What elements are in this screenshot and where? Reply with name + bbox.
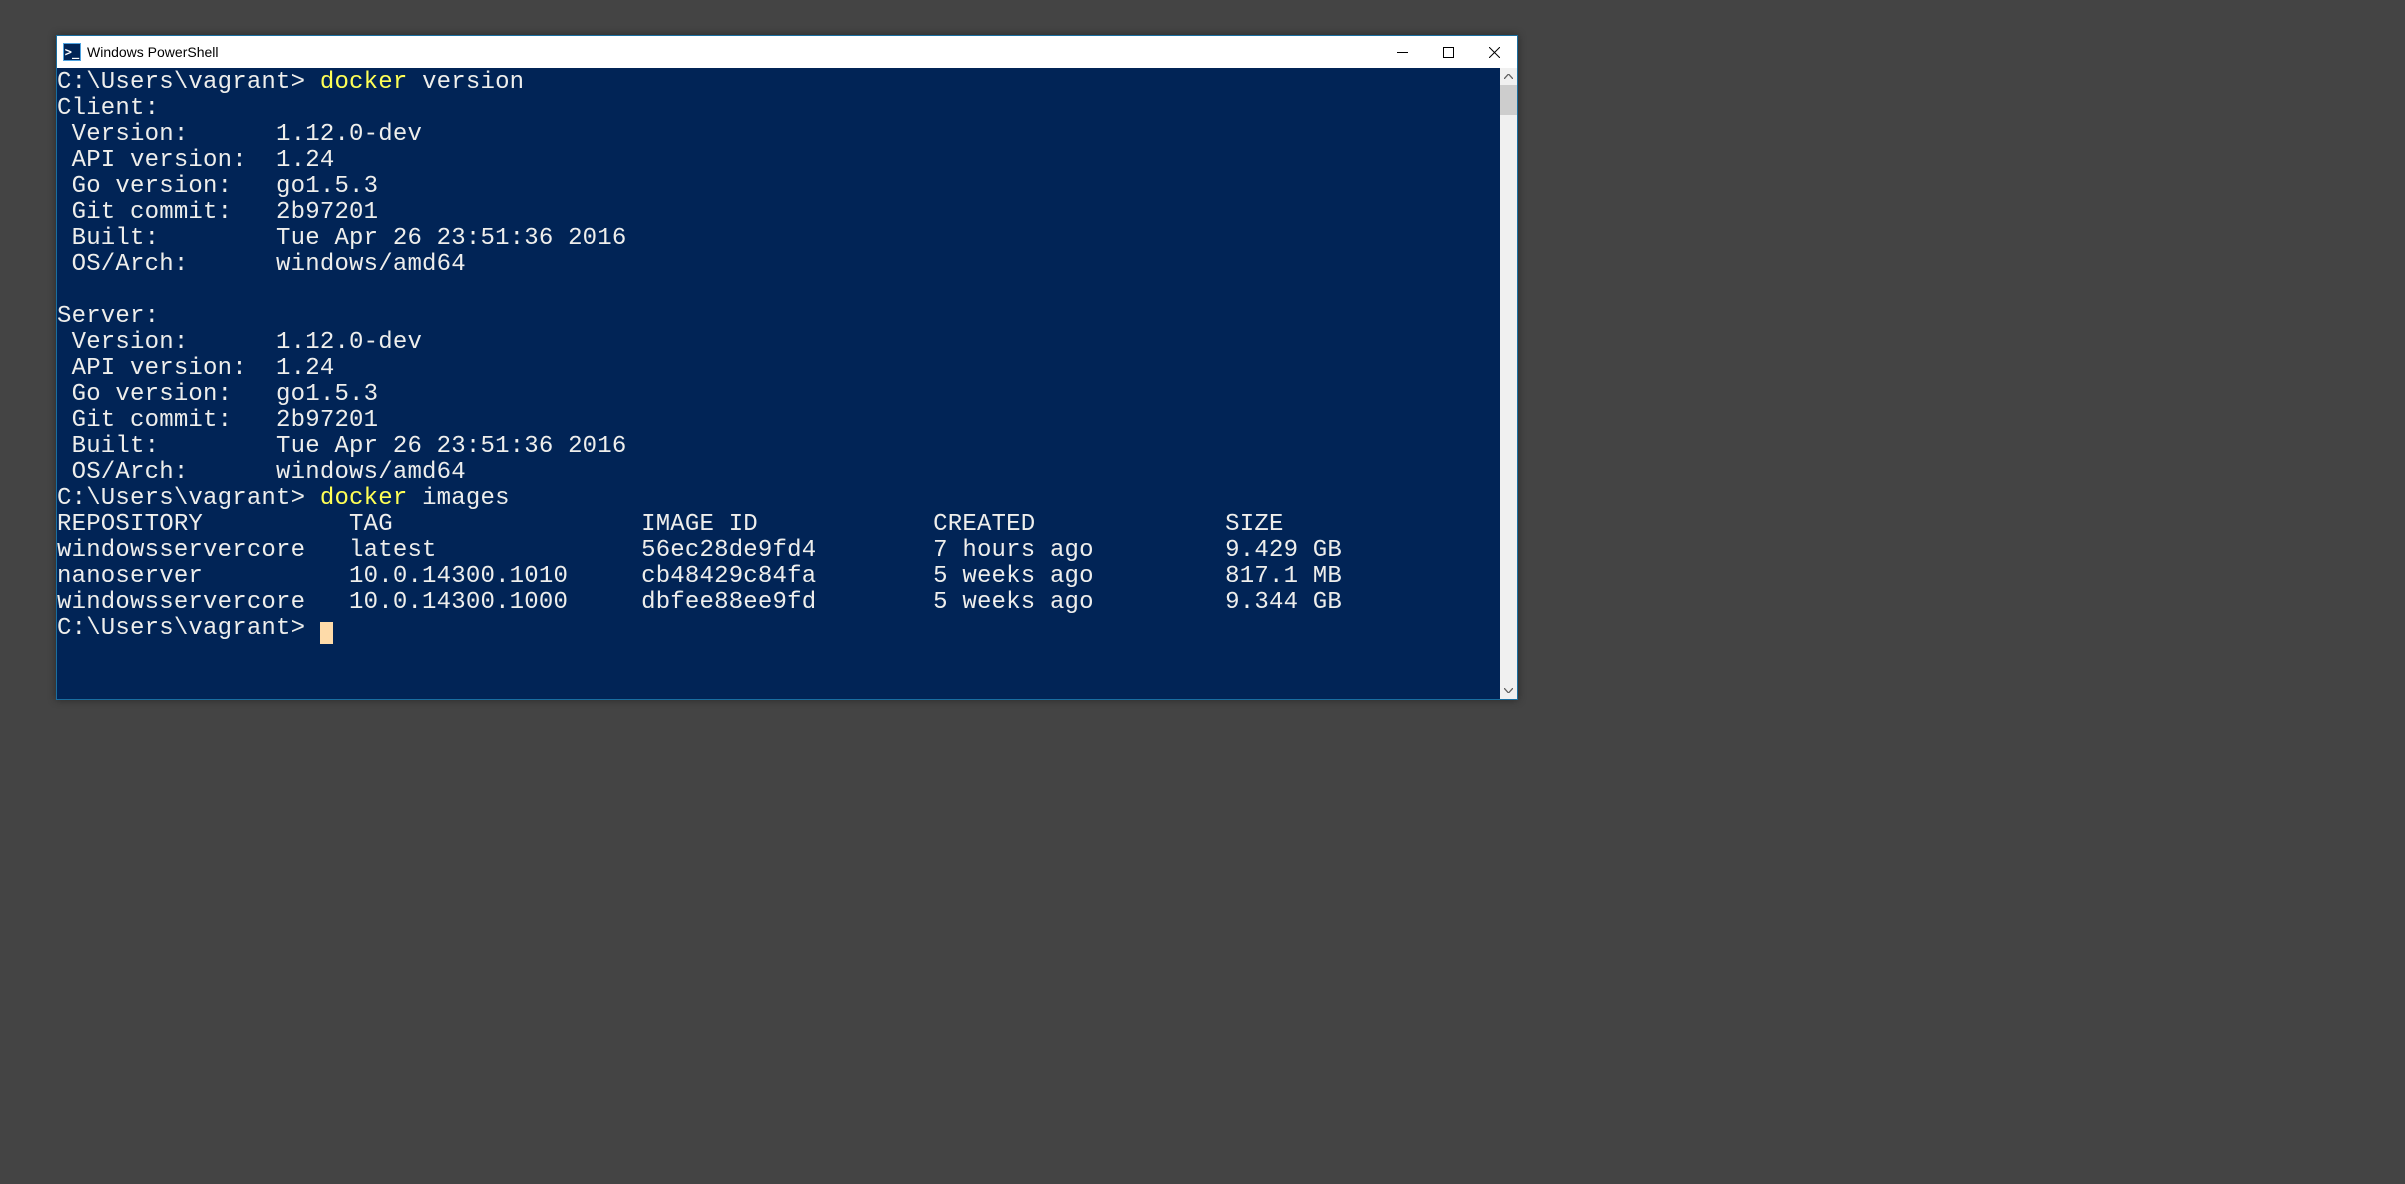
output-line: Go version: go1.5.3 <box>57 173 378 200</box>
command-binary: docker <box>320 69 408 96</box>
scroll-thumb[interactable] <box>1500 85 1517 115</box>
terminal-area[interactable]: C:\Users\vagrant> docker version Client:… <box>57 68 1500 699</box>
output-line: Go version: go1.5.3 <box>57 381 378 408</box>
image-row: windowsservercore latest 56ec28de9fd4 7 … <box>57 537 1342 564</box>
prompt: C:\Users\vagrant> <box>57 485 320 512</box>
images-header: REPOSITORY TAG IMAGE ID CREATED SIZE <box>57 511 1284 538</box>
scroll-track[interactable] <box>1500 85 1517 682</box>
scrollbar[interactable] <box>1500 68 1517 699</box>
window-title: Windows PowerShell <box>87 44 219 60</box>
prompt: C:\Users\vagrant> <box>57 69 320 96</box>
output-line: API version: 1.24 <box>57 147 334 174</box>
command-args: images <box>407 485 509 512</box>
minimize-button[interactable] <box>1379 37 1425 67</box>
prompt: C:\Users\vagrant> <box>57 615 320 642</box>
output-line: Git commit: 2b97201 <box>57 407 378 434</box>
close-button[interactable] <box>1471 37 1517 67</box>
image-row: windowsservercore 10.0.14300.1000 dbfee8… <box>57 589 1342 616</box>
titlebar[interactable]: >_ Windows PowerShell <box>57 36 1517 68</box>
output-line: Built: Tue Apr 26 23:51:36 2016 <box>57 433 627 460</box>
output-line: Built: Tue Apr 26 23:51:36 2016 <box>57 225 627 252</box>
output-server-header: Server: <box>57 303 159 330</box>
output-line: Version: 1.12.0-dev <box>57 329 422 356</box>
maximize-button[interactable] <box>1425 37 1471 67</box>
cursor <box>320 622 333 644</box>
output-line: OS/Arch: windows/amd64 <box>57 251 466 278</box>
command-binary: docker <box>320 485 408 512</box>
image-row: nanoserver 10.0.14300.1010 cb48429c84fa … <box>57 563 1342 590</box>
powershell-icon: >_ <box>63 43 81 61</box>
scroll-down-arrow-icon[interactable] <box>1500 682 1517 699</box>
command-args: version <box>407 69 524 96</box>
output-line: Git commit: 2b97201 <box>57 199 378 226</box>
output-client-header: Client: <box>57 95 159 122</box>
powershell-window: >_ Windows PowerShell C:\Users\vagrant> … <box>56 35 1518 700</box>
output-line: API version: 1.24 <box>57 355 334 382</box>
scroll-up-arrow-icon[interactable] <box>1500 68 1517 85</box>
output-line: Version: 1.12.0-dev <box>57 121 422 148</box>
output-line: OS/Arch: windows/amd64 <box>57 459 466 486</box>
